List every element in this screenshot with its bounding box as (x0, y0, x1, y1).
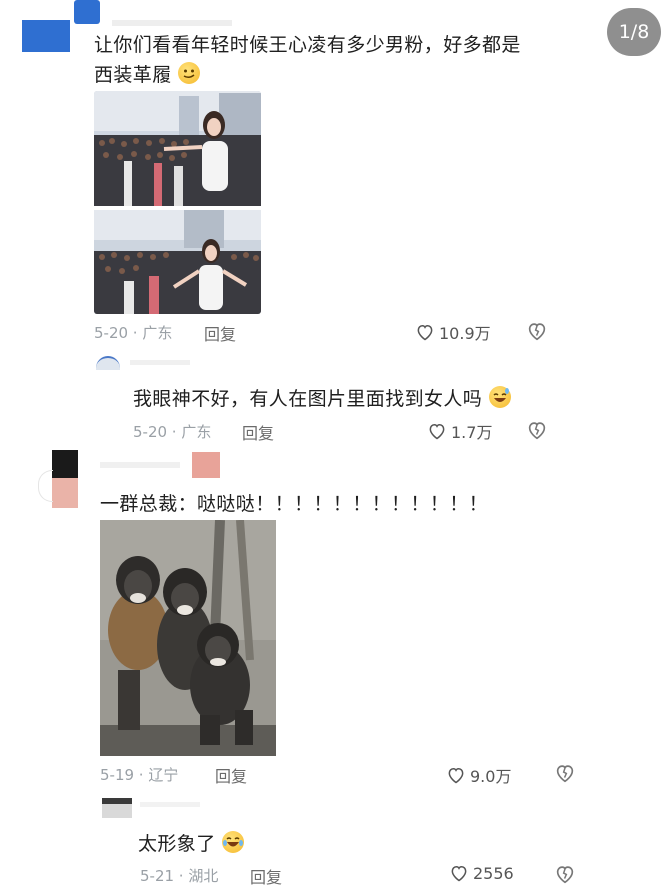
comment-text-part: 我眼神不好，有人在图片里面找到女人吗 (133, 388, 483, 410)
avatar[interactable] (22, 0, 100, 52)
avatar[interactable] (96, 356, 120, 370)
comment-date-location: 5-20 · 广东 (94, 324, 173, 342)
like-button[interactable]: 10.9万 (415, 320, 491, 344)
comment-photo[interactable] (100, 520, 276, 756)
comment-date-location: 5-21 · 湖北 (140, 867, 219, 885)
dislike-icon[interactable] (554, 762, 576, 784)
comment-date-location: 5-19 · 辽宁 (100, 766, 179, 784)
like-count: 1.7万 (451, 423, 493, 442)
laughing-sweat-emoji-icon (488, 386, 511, 408)
like-count: 10.9万 (439, 324, 491, 343)
page-counter: 1/8 (607, 8, 661, 56)
rolling-laughing-emoji-icon (222, 831, 245, 853)
comment-text: 太形象了 (138, 829, 245, 859)
like-count: 2556 (473, 863, 514, 883)
username-redacted[interactable] (130, 360, 190, 365)
heart-icon (417, 324, 433, 341)
username-redacted[interactable] (112, 20, 232, 26)
reply-button[interactable]: 回复 (242, 420, 274, 444)
dislike-icon[interactable] (554, 863, 576, 885)
avatar[interactable] (38, 450, 80, 510)
like-button[interactable]: 2556 (449, 863, 514, 883)
reply-button[interactable]: 回复 (204, 321, 236, 345)
comment-text: 让你们看看年轻时候王心凌有多少男粉，好多都是 西装革履 (94, 30, 594, 90)
heart-icon (429, 423, 445, 440)
reply-button[interactable]: 回复 (215, 763, 247, 787)
heart-icon (451, 865, 467, 882)
comment-text: 我眼神不好，有人在图片里面找到女人吗 (133, 384, 511, 414)
like-count: 9.0万 (470, 767, 512, 786)
user-badge (192, 452, 220, 478)
comment-text-part: 太形象了 (138, 833, 216, 855)
username-redacted[interactable] (100, 462, 180, 468)
avatar[interactable] (102, 798, 132, 818)
comment-photo[interactable] (94, 91, 261, 314)
comment-date-location: 5-20 · 广东 (133, 423, 212, 441)
comment-text: 一群总裁：哒哒哒！！！！！！！！！！！！ (100, 493, 489, 515)
dislike-icon[interactable] (526, 320, 548, 342)
reply-button[interactable]: 回复 (250, 864, 282, 888)
dislike-icon[interactable] (526, 419, 548, 441)
comment-text-line1: 让你们看看年轻时候王心凌有多少男粉，好多都是 (94, 34, 521, 56)
like-button[interactable]: 9.0万 (446, 763, 511, 787)
like-button[interactable]: 1.7万 (427, 419, 492, 443)
smirk-emoji-icon (178, 62, 201, 84)
comment-text-part: 西装革履 (94, 64, 172, 86)
heart-icon (448, 767, 464, 784)
comment-text-line2: 西装革履 (94, 60, 594, 90)
username-redacted[interactable] (140, 802, 200, 807)
